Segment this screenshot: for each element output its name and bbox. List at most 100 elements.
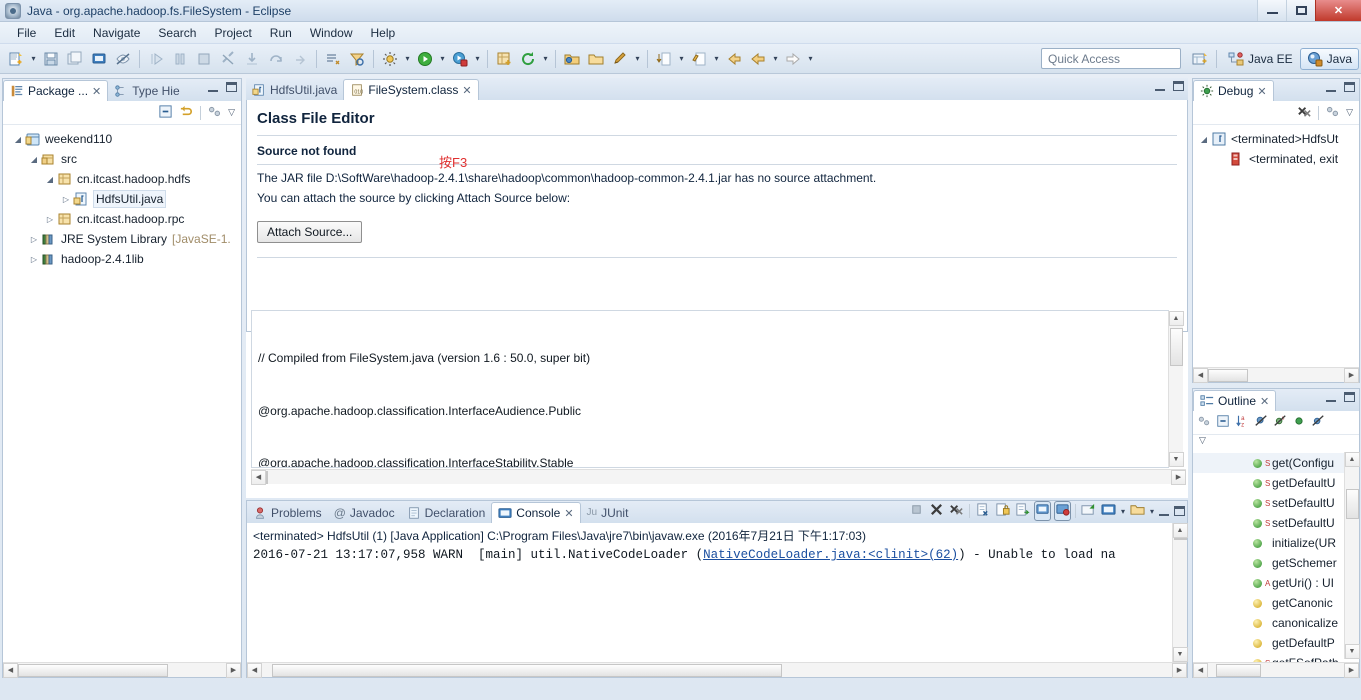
- print-preview-icon[interactable]: [88, 48, 110, 70]
- new-java-package-icon[interactable]: [493, 48, 515, 70]
- open-console-icon[interactable]: [1081, 502, 1096, 520]
- menu-window[interactable]: Window: [301, 24, 362, 42]
- new-console-dropdown[interactable]: ▾: [1150, 507, 1154, 516]
- tree-row-package-hdfs[interactable]: ◢ cn.itcast.hadoop.hdfs: [3, 169, 241, 189]
- scroll-thumb[interactable]: [1169, 328, 1183, 366]
- view-menu-icon[interactable]: ▽: [1346, 107, 1353, 118]
- outline-vscrollbar[interactable]: ▲ ▼: [1344, 452, 1360, 659]
- tree-row-src[interactable]: ◢ src: [3, 149, 241, 169]
- forward-dropdown[interactable]: ▾: [805, 48, 816, 70]
- twisty-expanded-icon[interactable]: ◢: [11, 135, 25, 144]
- tree-row-hadoop-lib[interactable]: ▷ hadoop-2.4.1lib: [3, 249, 241, 269]
- menu-navigate[interactable]: Navigate: [84, 24, 149, 42]
- new-wizard-icon[interactable]: [5, 48, 27, 70]
- maximize-view-icon[interactable]: [226, 82, 237, 92]
- tree-row-package-rpc[interactable]: ▷ cn.itcast.hadoop.rpc: [3, 209, 241, 229]
- outline-item[interactable]: S get(Configu: [1193, 453, 1359, 473]
- toggle-mark-occurrences-icon[interactable]: [112, 48, 134, 70]
- twisty-collapsed-icon[interactable]: ▷: [43, 215, 57, 224]
- debug-dropdown[interactable]: ▾: [402, 48, 413, 70]
- debug-icon[interactable]: [379, 48, 401, 70]
- scroll-thumb[interactable]: [18, 663, 168, 677]
- tree-row-weekend110[interactable]: ◢ weekend110: [3, 129, 241, 149]
- outline-item[interactable]: A getUri() : UI: [1193, 573, 1359, 593]
- scroll-down-arrow[interactable]: ▼: [1168, 452, 1184, 467]
- hide-fields-icon[interactable]: [1254, 414, 1268, 431]
- disconnect-icon[interactable]: [217, 48, 239, 70]
- close-icon[interactable]: ✕: [462, 84, 471, 97]
- remove-all-launches-icon[interactable]: [949, 502, 964, 520]
- close-icon[interactable]: ✕: [1260, 395, 1269, 408]
- scroll-thumb[interactable]: [272, 663, 782, 677]
- run-dropdown[interactable]: ▾: [437, 48, 448, 70]
- perspective-java[interactable]: Java: [1299, 48, 1359, 70]
- menu-search[interactable]: Search: [149, 24, 205, 42]
- console-hscrollbar[interactable]: ◀ ▶: [247, 662, 1187, 678]
- minimize-view-icon[interactable]: [1155, 88, 1165, 91]
- remove-launch-icon[interactable]: [929, 502, 944, 520]
- menu-file[interactable]: File: [8, 24, 45, 42]
- tab-junit[interactable]: Ju JUnit: [581, 502, 635, 523]
- new-wizard-dropdown[interactable]: ▾: [28, 48, 39, 70]
- save-icon[interactable]: [40, 48, 62, 70]
- minimize-view-icon[interactable]: [1326, 89, 1336, 92]
- twisty-collapsed-icon[interactable]: ▷: [27, 235, 41, 244]
- focus-on-active-task-icon[interactable]: [1197, 414, 1211, 431]
- menu-run[interactable]: Run: [261, 24, 301, 42]
- word-wrap-icon[interactable]: [1015, 502, 1030, 520]
- scroll-right-arrow[interactable]: ▶: [1344, 662, 1359, 678]
- view-menu-more-icon[interactable]: [1325, 104, 1340, 122]
- scroll-right-arrow[interactable]: ▶: [226, 662, 241, 678]
- scroll-left-arrow[interactable]: ◀: [251, 469, 266, 485]
- display-console-icon[interactable]: [1101, 502, 1116, 520]
- collapse-all-icon[interactable]: [1216, 414, 1230, 431]
- link-with-editor-icon[interactable]: [179, 104, 194, 122]
- scroll-right-arrow[interactable]: ▶: [1172, 662, 1187, 678]
- open-folder-icon[interactable]: [561, 48, 583, 70]
- step-return-icon[interactable]: [289, 48, 311, 70]
- hide-nonpublic-icon[interactable]: [1292, 414, 1306, 431]
- twisty-collapsed-icon[interactable]: ▷: [59, 195, 73, 204]
- scroll-left-arrow[interactable]: ◀: [3, 662, 18, 678]
- twisty-expanded-icon[interactable]: ◢: [1197, 135, 1211, 144]
- tab-filesystem-class[interactable]: 010 FileSystem.class ✕: [343, 79, 479, 100]
- scroll-thumb[interactable]: [1216, 663, 1261, 677]
- perspective-java-ee[interactable]: Java EE: [1221, 48, 1300, 70]
- code-hscrollbar[interactable]: ◀ ▶: [251, 469, 1186, 485]
- open-type-icon[interactable]: [322, 48, 344, 70]
- tab-console[interactable]: Console ✕: [491, 502, 581, 523]
- tab-declaration[interactable]: Declaration: [401, 502, 492, 523]
- scroll-down-arrow[interactable]: ▼: [1172, 647, 1188, 662]
- package-explorer-hscrollbar[interactable]: ◀ ▶: [3, 662, 241, 678]
- outline-item[interactable]: getSchemer: [1193, 553, 1359, 573]
- hide-local-types-icon[interactable]: [1311, 414, 1325, 431]
- tab-javadoc[interactable]: @ Javadoc: [328, 502, 401, 523]
- scroll-up-arrow[interactable]: ▲: [1344, 452, 1360, 467]
- view-menu-more-icon[interactable]: [207, 104, 222, 122]
- tab-problems[interactable]: Problems: [247, 502, 328, 523]
- maximize-button[interactable]: [1286, 0, 1315, 21]
- decompiled-code-view[interactable]: // Compiled from FileSystem.java (versio…: [251, 310, 1169, 468]
- outline-item[interactable]: canonicalize: [1193, 613, 1359, 633]
- minimize-view-icon[interactable]: [1159, 513, 1169, 516]
- view-menu-icon[interactable]: ▽: [228, 107, 235, 118]
- external-tools-dropdown[interactable]: ▾: [472, 48, 483, 70]
- scroll-left-arrow[interactable]: ◀: [247, 662, 262, 678]
- refresh-icon[interactable]: [517, 48, 539, 70]
- tab-hdfsutil-java[interactable]: HdfsUtil.java: [246, 79, 343, 100]
- minimize-view-icon[interactable]: [208, 89, 218, 92]
- quick-access-input[interactable]: Quick Access: [1041, 48, 1181, 69]
- annotation-dropdown[interactable]: ▾: [632, 48, 643, 70]
- scroll-right-arrow[interactable]: ▶: [1171, 469, 1186, 485]
- tree-row-launch[interactable]: ◢ <terminated>HdfsUt: [1193, 129, 1359, 149]
- pin-console-icon[interactable]: [1033, 501, 1051, 521]
- outline-item[interactable]: S setDefaultU: [1193, 513, 1359, 533]
- outline-item[interactable]: S setDefaultU: [1193, 493, 1359, 513]
- maximize-view-icon[interactable]: [1173, 81, 1184, 91]
- display-console-dropdown[interactable]: ▾: [1121, 507, 1125, 516]
- twisty-collapsed-icon[interactable]: ▷: [27, 255, 41, 264]
- sort-icon[interactable]: az: [1235, 414, 1249, 431]
- minimize-view-icon[interactable]: [1326, 399, 1336, 402]
- outline-view-menu-icon[interactable]: ▽: [1193, 435, 1359, 451]
- tree-row-jre-system-library[interactable]: ▷ JRE System Library [JavaSE-1.: [3, 229, 241, 249]
